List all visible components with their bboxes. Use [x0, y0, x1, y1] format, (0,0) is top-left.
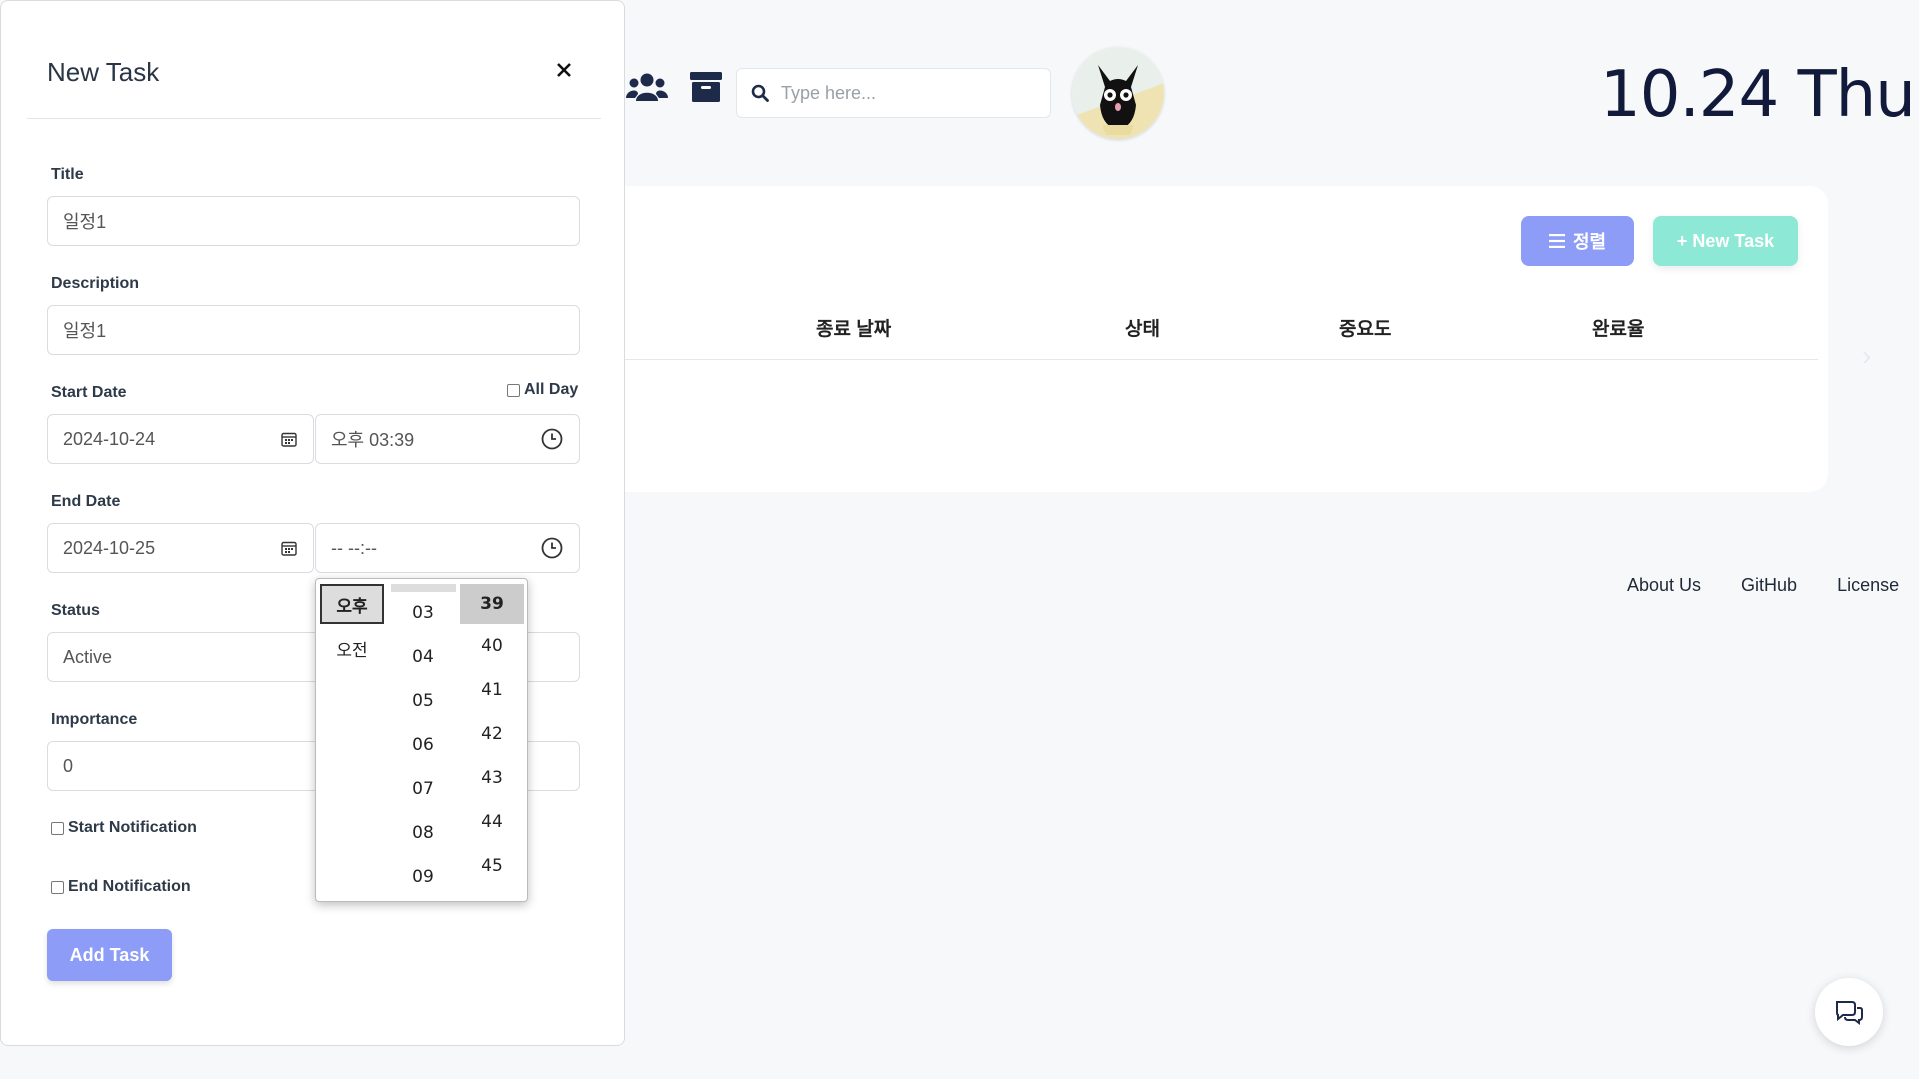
calendar-icon[interactable]: [281, 431, 297, 447]
add-task-button[interactable]: Add Task: [47, 929, 172, 981]
search-bar[interactable]: [736, 68, 1051, 118]
new-task-button[interactable]: + New Task: [1653, 216, 1798, 266]
start-date-value: 2024-10-24: [63, 428, 156, 449]
minute-option[interactable]: 45: [460, 846, 524, 886]
title-field[interactable]: 일정1: [47, 196, 580, 246]
calendar-icon[interactable]: [281, 540, 297, 556]
minute-option[interactable]: 43: [460, 758, 524, 798]
sort-button-label: 정렬: [1572, 232, 1607, 252]
hour-option[interactable]: 07: [391, 769, 455, 809]
hour-option[interactable]: 06: [391, 725, 455, 765]
hour-option[interactable]: 04: [391, 637, 455, 677]
end-notification-label: End Notification: [68, 878, 191, 895]
chevron-right-icon[interactable]: ›: [1862, 340, 1871, 372]
status-label: Status: [51, 602, 100, 619]
ampm-option[interactable]: 오전: [320, 628, 384, 668]
toolbar: [626, 72, 722, 102]
start-date-label: Start Date: [51, 384, 127, 401]
footer-link-github[interactable]: GitHub: [1741, 575, 1797, 596]
start-notification-label: Start Notification: [68, 819, 197, 836]
hour-option[interactable]: 09: [391, 857, 455, 897]
clock-icon[interactable]: [541, 428, 563, 450]
minute-option[interactable]: 40: [460, 626, 524, 666]
end-time-value: -- --:--: [331, 537, 377, 558]
modal-divider: [27, 118, 601, 119]
chat-button[interactable]: [1815, 978, 1883, 1046]
title-label: Title: [51, 166, 84, 183]
new-task-modal: New Task Title 일정1 Description 일정1 Start…: [0, 0, 625, 1046]
task-list-card: 정렬 + New Task 종료 날짜 상태 중요도 완료율: [610, 186, 1828, 492]
footer-links: About Us GitHub License: [1627, 575, 1899, 596]
close-icon[interactable]: [553, 59, 575, 81]
search-icon: [751, 84, 769, 102]
start-time-field[interactable]: 오후 03:39: [315, 414, 580, 464]
end-date-label: End Date: [51, 493, 121, 510]
search-input[interactable]: [781, 82, 1021, 104]
all-day-checkbox-box[interactable]: [507, 383, 520, 397]
footer-link-license[interactable]: License: [1837, 575, 1899, 596]
avatar[interactable]: [1072, 47, 1164, 139]
end-notification-checkbox[interactable]: End Notification: [51, 878, 191, 896]
column-header-importance[interactable]: 중요도: [1339, 314, 1391, 341]
column-header-end-date[interactable]: 종료 날짜: [816, 314, 891, 341]
column-header-completion[interactable]: 완료율: [1592, 314, 1644, 341]
minute-option[interactable]: 41: [460, 670, 524, 710]
clock-icon[interactable]: [541, 537, 563, 559]
chat-icon: [1834, 999, 1864, 1025]
users-icon[interactable]: [626, 72, 668, 102]
archive-icon[interactable]: [690, 72, 722, 102]
ampm-option[interactable]: 오후: [320, 584, 384, 624]
end-time-field[interactable]: -- --:--: [315, 523, 580, 573]
hour-option[interactable]: 03: [391, 593, 455, 633]
time-picker-dropdown: 오후 오전 03 04 05 06 07 08 09 39 40 41 42 4…: [315, 578, 528, 902]
start-notification-checkbox-box[interactable]: [51, 821, 64, 835]
title-value: 일정1: [63, 212, 107, 232]
end-date-field[interactable]: 2024-10-25: [47, 523, 314, 573]
minute-option[interactable]: 42: [460, 714, 524, 754]
description-field[interactable]: 일정1: [47, 305, 580, 355]
hour-option[interactable]: 08: [391, 813, 455, 853]
hour-option[interactable]: 05: [391, 681, 455, 721]
modal-title: New Task: [47, 57, 160, 87]
table-header: 종료 날짜 상태 중요도 완료율: [610, 314, 1818, 360]
footer-link-about[interactable]: About Us: [1627, 575, 1701, 596]
importance-label: Importance: [51, 711, 138, 728]
description-label: Description: [51, 275, 140, 292]
sort-button[interactable]: 정렬: [1521, 216, 1634, 266]
scroll-indicator: [391, 584, 456, 592]
minute-option[interactable]: 39: [460, 584, 524, 624]
column-header-status[interactable]: 상태: [1125, 314, 1160, 341]
all-day-checkbox[interactable]: All Day: [507, 381, 578, 399]
start-date-field[interactable]: 2024-10-24: [47, 414, 314, 464]
start-notification-checkbox[interactable]: Start Notification: [51, 819, 197, 837]
menu-icon: [1548, 234, 1565, 248]
minute-option[interactable]: 44: [460, 802, 524, 842]
all-day-label: All Day: [524, 381, 579, 398]
end-notification-checkbox-box[interactable]: [51, 880, 64, 894]
description-value: 일정1: [63, 321, 107, 341]
start-time-value: 오후 03:39: [331, 430, 415, 450]
current-date: 10.24 Thu: [1600, 58, 1916, 132]
end-date-value: 2024-10-25: [63, 537, 156, 558]
